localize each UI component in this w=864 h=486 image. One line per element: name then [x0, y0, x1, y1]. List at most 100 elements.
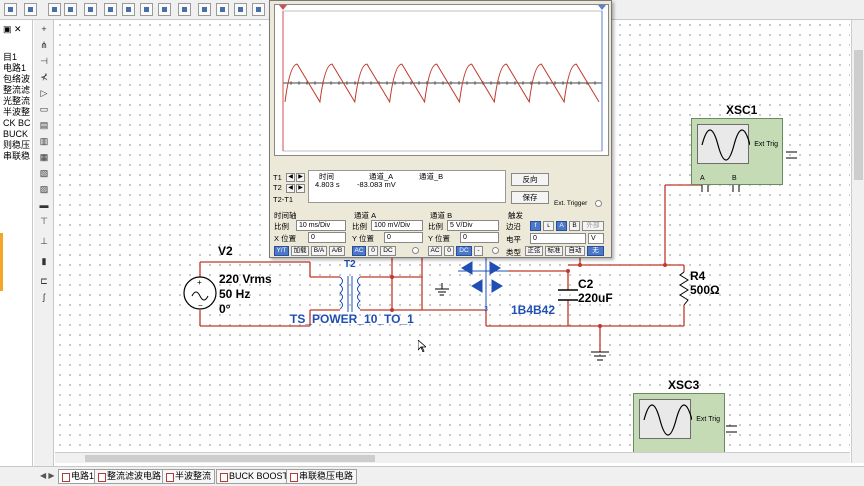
mode-ba-button[interactable]: B/A — [311, 246, 327, 256]
trigger-type-label: 类型 — [506, 248, 521, 257]
chb-terminal[interactable] — [492, 247, 499, 254]
trigger-level-label: 电平 — [506, 235, 521, 244]
cha-scale-label: 比例 — [352, 222, 367, 231]
ext-trigger-terminal[interactable] — [595, 200, 602, 207]
col-chb-header: 通道_B — [419, 172, 444, 181]
t1-right-button[interactable]: ▶ — [296, 173, 305, 182]
source-ref-label[interactable]: V2 — [218, 244, 233, 258]
oscilloscope-panel[interactable]: T1 T2 T2-T1 ◀ ▶ ◀ ▶ 时间 通道_A 通道_B 4.803 s… — [269, 0, 612, 258]
trigger-level-unit[interactable]: V — [588, 233, 604, 244]
transformer-model-label: TS_POWER_10_TO_1 — [290, 312, 414, 326]
cursor-t2-marker[interactable] — [598, 5, 606, 10]
scope1-screen — [697, 124, 751, 164]
mode-ab-button[interactable]: A/B — [329, 246, 345, 256]
vertical-scroll-thumb[interactable] — [854, 50, 863, 180]
sheet-tab-bar: ◀ ▶ 电路1 整流滤波电路 半波整流 BUCK BOOST 串联稳压电路 — [0, 466, 864, 486]
tab-scroll-arrows[interactable]: ◀ ▶ — [40, 471, 55, 480]
cha-scale-field[interactable]: 100 mV/Div — [371, 220, 423, 231]
capacitor-value-label: 220uF — [578, 291, 613, 305]
t1-left-button[interactable]: ◀ — [286, 173, 295, 182]
source-freq-label: 50 Hz — [219, 287, 251, 301]
scope1-ref-label[interactable]: XSC1 — [726, 103, 757, 117]
resistor-ref-label[interactable]: R4 — [690, 269, 705, 283]
chb-ypos-field[interactable]: 0 — [460, 232, 499, 243]
tab-circuit1[interactable]: 电路1 — [58, 469, 99, 484]
junction-dot — [566, 269, 570, 273]
trigger-type-sine-button[interactable]: 正弦 — [525, 246, 543, 256]
multisim-window: ▣ ✕ 目1 电路1 包络波 整流滤 光整流 半波整 CK BC BUCK 则稳… — [0, 0, 864, 486]
junction-dot — [663, 263, 667, 267]
mouse-cursor-icon — [418, 340, 426, 352]
tab-series-regulator[interactable]: 串联稳压电路 — [286, 469, 358, 484]
cha-terminal[interactable] — [412, 247, 419, 254]
xpos-field[interactable]: 0 — [308, 232, 346, 243]
trigger-type-normal-button[interactable]: 标准 — [545, 246, 563, 256]
cha-zero-button[interactable]: 0 — [368, 246, 378, 256]
edge-falling-button[interactable]: ʟ — [543, 221, 554, 231]
junction-dot — [390, 275, 394, 279]
trigger-level-field[interactable]: 0 — [530, 233, 586, 244]
chb-scale-label: 比例 — [428, 222, 443, 231]
chb-ypos-label: Y 位置 — [428, 234, 450, 243]
mode-yt-button[interactable]: Y/T — [274, 246, 289, 256]
edge-rising-button[interactable]: f — [530, 221, 541, 231]
scope1-ext-trig-label: Ext Trig — [754, 141, 778, 148]
source-voltage-label: 220 Vrms — [219, 272, 272, 286]
capacitor-symbol[interactable] — [558, 289, 578, 301]
chb-ac-button[interactable]: AC — [428, 246, 442, 256]
transformer-symbol[interactable] — [339, 276, 361, 312]
scope1-a-label: A — [700, 175, 705, 182]
save-button[interactable]: 保存 — [511, 191, 549, 204]
tab-half-wave[interactable]: 半波整流 — [162, 469, 216, 484]
source-phase-label: 0° — [219, 302, 231, 316]
chb-dc-button[interactable]: DC — [456, 246, 472, 256]
bridge-pin-label: 3 — [484, 306, 488, 313]
mode-add-button[interactable]: 加载 — [291, 246, 309, 256]
scope3-sine-icon — [643, 404, 693, 436]
timebase-scale-field[interactable]: 10 ms/Div — [296, 220, 346, 231]
cha-ypos-label: Y 位置 — [352, 234, 374, 243]
cursor-t1-marker[interactable] — [279, 5, 287, 10]
ac-source-symbol[interactable]: + − — [183, 276, 217, 310]
svg-text:−: − — [198, 301, 203, 310]
trigger-edge-label: 边沿 — [506, 222, 521, 231]
ground-symbol — [435, 283, 449, 296]
scope1-sine-icon — [701, 129, 751, 161]
trigger-source-b-button[interactable]: B — [569, 221, 580, 231]
cursor-readout: T1 T2 T2-T1 ◀ ▶ ◀ ▶ 时间 通道_A 通道_B 4.803 s… — [272, 168, 507, 205]
reverse-button[interactable]: 反向 — [511, 173, 549, 186]
chb-zero-button[interactable]: 0 — [444, 246, 454, 256]
vertical-scrollbar[interactable] — [851, 20, 864, 463]
trigger-section-label: 触发 — [508, 211, 523, 220]
scope1-instrument[interactable]: Ext Trig A B — [691, 118, 783, 185]
oscilloscope-screen[interactable] — [274, 4, 609, 156]
chb-minus-button[interactable]: - — [474, 246, 483, 256]
ext-trigger-label: Ext. Trigger — [554, 200, 588, 207]
trigger-type-none-button[interactable]: 无 — [587, 246, 604, 256]
chb-scale-field[interactable]: 5 V/Div — [447, 220, 499, 231]
trigger-source-a-button[interactable]: A — [556, 221, 567, 231]
trigger-type-auto-button[interactable]: 自动 — [565, 246, 585, 256]
cha-ypos-field[interactable]: 0 — [384, 232, 423, 243]
xpos-label: X 位置 — [274, 234, 297, 243]
horizontal-scroll-thumb[interactable] — [85, 455, 375, 462]
t2-left-button[interactable]: ◀ — [286, 184, 295, 193]
readout-box: 时间 通道_A 通道_B 4.803 s -83.083 mV — [308, 170, 506, 203]
horizontal-scrollbar[interactable] — [55, 452, 850, 463]
bridge-rectifier-symbol[interactable] — [458, 257, 508, 310]
scope1-b-label: B — [732, 175, 737, 182]
scope3-ref-label[interactable]: XSC3 — [668, 378, 699, 392]
cha-ac-button[interactable]: AC — [352, 246, 366, 256]
tab-rectifier-filter[interactable]: 整流滤波电路 — [94, 469, 166, 484]
resistor-symbol[interactable] — [679, 271, 689, 306]
cha-dc-button[interactable]: DC — [380, 246, 396, 256]
trigger-source-ext-button[interactable]: 外部 — [582, 221, 604, 231]
t2-right-button[interactable]: ▶ — [296, 184, 305, 193]
ground-symbol — [591, 351, 609, 361]
t2t1-label: T2-T1 — [273, 195, 294, 204]
capacitor-ref-label[interactable]: C2 — [578, 277, 593, 291]
scope3-instrument[interactable]: Ext Trig — [633, 393, 725, 453]
t1-time-value: 4.803 s — [315, 180, 340, 189]
tab-buck-boost[interactable]: BUCK BOOST — [216, 469, 293, 484]
transformer-ref-label[interactable]: T2 — [344, 259, 356, 270]
